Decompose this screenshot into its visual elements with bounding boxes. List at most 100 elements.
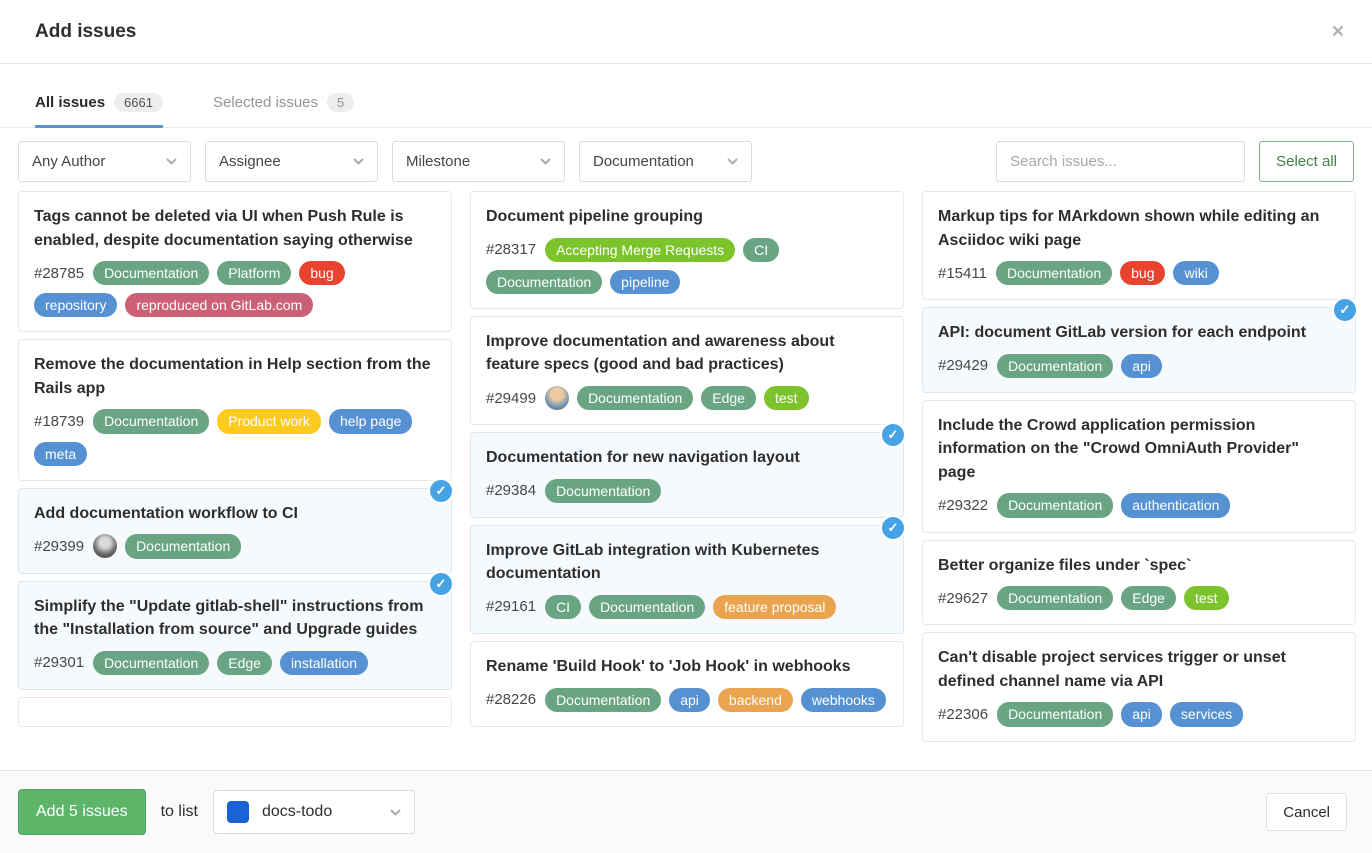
issue-card[interactable]: ✓Documentation for new navigation layout… (470, 432, 904, 518)
author-filter-dropdown[interactable]: Any Author (18, 141, 191, 182)
add-issues-button[interactable]: Add 5 issues (18, 789, 146, 835)
target-list-dropdown[interactable]: docs-todo (213, 790, 415, 834)
issue-card[interactable]: ✓Simplify the "Update gitlab-shell" inst… (18, 581, 452, 690)
issue-card[interactable]: ✓Add documentation workflow to CI#29399D… (18, 488, 452, 574)
issue-label: webhooks (801, 688, 886, 712)
tab-selected-issues-count: 5 (327, 93, 354, 112)
issue-number: #29627 (938, 590, 988, 607)
filter-bar: Any Author Assignee Milestone Documentat… (0, 128, 1372, 182)
issue-title: Rename 'Build Hook' to 'Job Hook' in web… (486, 655, 888, 679)
issue-label: installation (280, 651, 368, 675)
chevron-down-icon (540, 158, 551, 165)
issue-label: Accepting Merge Requests (545, 238, 735, 262)
issue-label: test (1184, 586, 1229, 610)
issue-label: reproduced on GitLab.com (125, 293, 313, 317)
issue-label: Documentation (997, 493, 1113, 517)
issue-card[interactable]: Tags cannot be deleted via UI when Push … (18, 191, 452, 332)
issue-number: #28226 (486, 691, 536, 708)
issue-number: #22306 (938, 706, 988, 723)
selected-check-icon: ✓ (880, 422, 906, 448)
issue-number: #29499 (486, 390, 536, 407)
assignee-avatar (93, 534, 117, 558)
issue-title: Can't disable project services trigger o… (938, 646, 1340, 693)
issue-label: feature proposal (713, 595, 836, 619)
issue-label: help page (329, 409, 413, 433)
issue-label: Documentation (93, 409, 209, 433)
issue-label: Documentation (589, 595, 705, 619)
issue-card[interactable]: ✓Improve GitLab integration with Kuberne… (470, 525, 904, 634)
selected-check-icon: ✓ (880, 515, 906, 541)
issue-board: Tags cannot be deleted via UI when Push … (0, 182, 1372, 748)
issue-number: #15411 (938, 265, 987, 282)
issue-card[interactable]: Can't disable project services trigger o… (922, 632, 1356, 741)
modal-header: Add issues × (0, 0, 1372, 64)
issue-meta: #28317Accepting Merge RequestsCIDocument… (486, 238, 888, 294)
issue-label: Documentation (545, 479, 661, 503)
issue-card[interactable]: Markup tips for MArkdown shown while edi… (922, 191, 1356, 300)
board-column: Tags cannot be deleted via UI when Push … (18, 191, 452, 748)
issue-label: wiki (1173, 261, 1218, 285)
issue-label: authentication (1121, 493, 1230, 517)
close-icon[interactable]: × (1332, 21, 1344, 42)
issue-card[interactable]: Remove the documentation in Help section… (18, 339, 452, 480)
issue-card-partial[interactable] (18, 697, 452, 727)
milestone-filter-dropdown[interactable]: Milestone (392, 141, 565, 182)
chevron-down-icon (390, 809, 401, 816)
target-list-value: docs-todo (262, 803, 377, 821)
chevron-down-icon (353, 158, 364, 165)
issue-meta: #29322Documentationauthentication (938, 493, 1340, 517)
issue-label: CI (743, 238, 779, 262)
issue-label: Documentation (996, 261, 1112, 285)
selected-check-icon: ✓ (428, 571, 454, 597)
board-column: Markup tips for MArkdown shown while edi… (922, 191, 1356, 748)
assignee-filter-dropdown[interactable]: Assignee (205, 141, 378, 182)
issue-card[interactable]: Improve documentation and awareness abou… (470, 316, 904, 425)
issue-meta: #29384Documentation (486, 479, 888, 503)
issue-title: Documentation for new navigation layout (486, 446, 888, 470)
issue-meta: #28226Documentationapibackendwebhooks (486, 688, 888, 712)
chevron-down-icon (727, 158, 738, 165)
issue-title: Include the Crowd application permission… (938, 414, 1340, 485)
issue-label: Documentation (997, 354, 1113, 378)
issue-meta: #15411Documentationbugwiki (938, 261, 1340, 285)
to-list-label: to list (161, 803, 198, 821)
issue-label: Documentation (486, 270, 602, 294)
tab-selected-issues[interactable]: Selected issues 5 (213, 93, 354, 128)
issue-meta: #22306Documentationapiservices (938, 702, 1340, 726)
issue-card[interactable]: Rename 'Build Hook' to 'Job Hook' in web… (470, 641, 904, 727)
issue-card[interactable]: ✓API: document GitLab version for each e… (922, 307, 1356, 393)
issue-label: Documentation (997, 586, 1113, 610)
issue-card[interactable]: Better organize files under `spec`#29627… (922, 540, 1356, 626)
issue-label: Edge (701, 386, 756, 410)
tab-all-issues-count: 6661 (114, 93, 163, 112)
issue-label: pipeline (610, 270, 680, 294)
modal-footer: Add 5 issues to list docs-todo Cancel (0, 770, 1372, 853)
issue-card[interactable]: Document pipeline grouping#28317Acceptin… (470, 191, 904, 309)
issue-label: Product work (217, 409, 321, 433)
issue-title: Document pipeline grouping (486, 205, 888, 229)
issue-meta: #29499 Documentation Edge test (486, 386, 888, 410)
search-input[interactable] (996, 141, 1245, 182)
issue-title: Markup tips for MArkdown shown while edi… (938, 205, 1340, 252)
issue-meta: #29301DocumentationEdgeinstallation (34, 651, 436, 675)
issue-label: bug (299, 261, 344, 285)
select-all-button[interactable]: Select all (1259, 141, 1354, 182)
cancel-button[interactable]: Cancel (1266, 793, 1347, 831)
issue-title: Simplify the "Update gitlab-shell" instr… (34, 595, 436, 642)
issue-title: Improve GitLab integration with Kubernet… (486, 539, 888, 586)
issue-label: Documentation (545, 688, 661, 712)
tab-selected-issues-label: Selected issues (213, 94, 318, 111)
issue-label: Documentation (577, 386, 693, 410)
tab-all-issues-label: All issues (35, 94, 105, 111)
issue-number: #29161 (486, 598, 536, 615)
issue-label: services (1170, 702, 1243, 726)
issue-title: Tags cannot be deleted via UI when Push … (34, 205, 436, 252)
issue-card[interactable]: Include the Crowd application permission… (922, 400, 1356, 533)
issue-title: Improve documentation and awareness abou… (486, 330, 888, 377)
issue-label: test (764, 386, 809, 410)
issue-label: Edge (1121, 586, 1176, 610)
author-filter-value: Any Author (32, 153, 105, 170)
tab-all-issues[interactable]: All issues 6661 (35, 93, 163, 128)
label-filter-dropdown[interactable]: Documentation (579, 141, 752, 182)
issue-title: API: document GitLab version for each en… (938, 321, 1340, 345)
